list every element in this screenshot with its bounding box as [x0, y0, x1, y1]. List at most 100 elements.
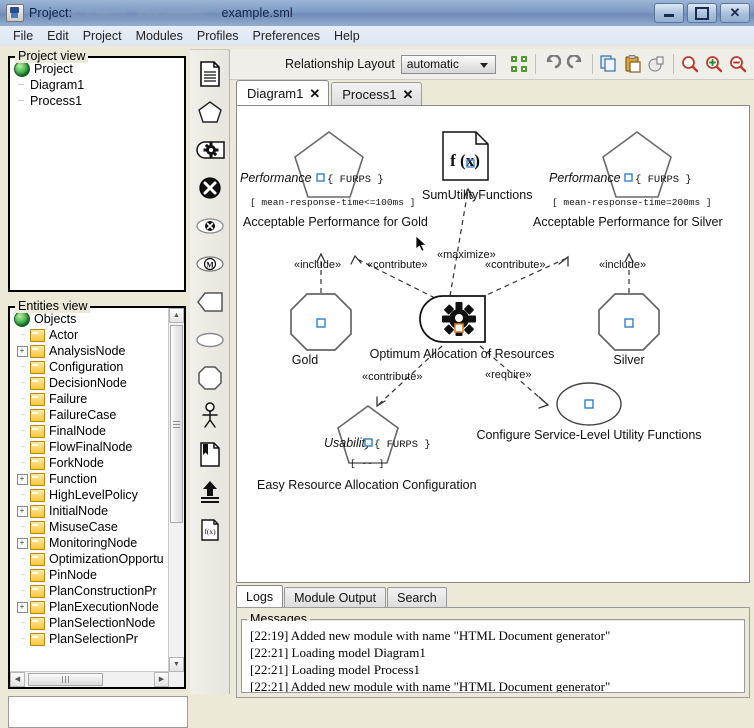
- entity-tree-item[interactable]: ┈ PlanSelectionPr: [14, 631, 168, 647]
- artifact-icon[interactable]: [193, 435, 227, 473]
- m-oval-icon[interactable]: M: [193, 245, 227, 283]
- tree-connector-icon: ┈: [20, 361, 26, 372]
- actor-icon[interactable]: [193, 397, 227, 435]
- fork-arrow-icon[interactable]: [193, 473, 227, 511]
- menu-item-edit[interactable]: Edit: [40, 27, 76, 45]
- scroll-up-button[interactable]: ▲: [169, 308, 184, 323]
- entity-tree-item[interactable]: + PlanExecutionNode: [14, 599, 168, 615]
- minimize-button[interactable]: [654, 3, 684, 23]
- copy-icon[interactable]: [597, 52, 621, 76]
- close-icon[interactable]: ✕: [402, 87, 413, 103]
- entity-tree-item-label: MisuseCase: [49, 520, 118, 534]
- tab-process1[interactable]: Process1 ✕: [331, 82, 423, 106]
- pentagon-icon[interactable]: [193, 93, 227, 131]
- tab-label: Process1: [342, 87, 397, 102]
- svg-text:f(x): f(x): [204, 527, 216, 536]
- scroll-left-button[interactable]: ◀: [10, 672, 25, 687]
- folder-icon: [30, 424, 45, 438]
- menu-item-file[interactable]: File: [6, 27, 40, 45]
- tree-item-objects[interactable]: Objects: [14, 311, 168, 327]
- entity-tree-item[interactable]: + InitialNode: [14, 503, 168, 519]
- ellipse-icon[interactable]: [193, 321, 227, 359]
- entity-tree-item[interactable]: ┈ OptimizationOpportu: [14, 551, 168, 567]
- scroll-right-button[interactable]: ▶: [154, 672, 169, 687]
- arrowhead: [538, 396, 550, 409]
- maximize-button[interactable]: [687, 3, 717, 23]
- folder-icon: [30, 584, 45, 598]
- entity-tree-item[interactable]: ┈ HighLevelPolicy: [14, 487, 168, 503]
- x-circle-oval-icon[interactable]: [193, 207, 227, 245]
- entity-tree-item[interactable]: ┈ ForkNode: [14, 455, 168, 471]
- menu-item-help[interactable]: Help: [327, 27, 367, 45]
- scroll-thumb[interactable]: [170, 325, 183, 523]
- tree-item-label: Process1: [30, 94, 83, 108]
- function-fx-icon[interactable]: f(x): [193, 511, 227, 549]
- gear-capsule-icon[interactable]: [193, 131, 227, 169]
- project-view-tree[interactable]: Project ┈ Diagram1 ┈ Process1: [10, 58, 184, 290]
- window-title-prefix: Project:: [29, 6, 73, 20]
- zoom-out-icon[interactable]: [726, 52, 750, 76]
- expand-toggle-icon[interactable]: +: [16, 505, 30, 517]
- hscroll-thumb[interactable]: [28, 673, 103, 686]
- arrowhead: [558, 255, 569, 267]
- undo-icon[interactable]: [540, 52, 564, 76]
- menu-item-project[interactable]: Project: [76, 27, 129, 45]
- close-icon[interactable]: ✕: [309, 86, 320, 102]
- tree-connector-icon: ┈: [20, 617, 26, 628]
- diagram-svg: Performance { FURPS } [ mean-response-ti…: [240, 131, 723, 492]
- tree-connector-icon: ┈: [20, 457, 26, 468]
- entity-tree-item[interactable]: + MonitoringNode: [14, 535, 168, 551]
- relationship-layout-select[interactable]: automatic: [400, 54, 496, 74]
- expand-toggle-icon[interactable]: +: [16, 345, 30, 357]
- scroll-down-button[interactable]: ▼: [169, 657, 184, 672]
- menu-item-modules[interactable]: Modules: [129, 27, 190, 45]
- tab-diagram1[interactable]: Diagram1 ✕: [236, 80, 330, 106]
- entities-vertical-scrollbar[interactable]: ▲ ▼: [168, 308, 184, 687]
- menu-item-profiles[interactable]: Profiles: [190, 27, 246, 45]
- node-caption: Acceptable Performance for Gold: [243, 215, 428, 229]
- entity-tree-item[interactable]: ┈ DecisionNode: [14, 375, 168, 391]
- pin-node-icon[interactable]: [193, 283, 227, 321]
- entity-tree-item[interactable]: ┈ PlanSelectionNode: [14, 615, 168, 631]
- tab-module-output[interactable]: Module Output: [284, 587, 387, 608]
- zoom-icon[interactable]: [678, 52, 702, 76]
- diagram-canvas[interactable]: Performance { FURPS } [ mean-response-ti…: [236, 105, 750, 583]
- tree-item-process1[interactable]: ┈ Process1: [14, 93, 184, 109]
- menu-item-preferences[interactable]: Preferences: [246, 27, 327, 45]
- tree-item-diagram1[interactable]: ┈ Diagram1: [14, 77, 184, 93]
- document-icon[interactable]: [193, 55, 227, 93]
- log-message: [22:19] Added new module with name "HTML…: [250, 628, 611, 643]
- entity-tree-item[interactable]: ┈ PlanConstructionPr: [14, 583, 168, 599]
- diagram-toolbar: Relationship Layout automatic: [230, 49, 754, 80]
- entity-tree-item[interactable]: ┈ Configuration: [14, 359, 168, 375]
- redo-icon[interactable]: [564, 52, 588, 76]
- entity-tree-item[interactable]: ┈ FinalNode: [14, 423, 168, 439]
- zoom-in-icon[interactable]: [702, 52, 726, 76]
- globe-icon: [14, 61, 30, 77]
- tab-logs[interactable]: Logs: [236, 585, 284, 608]
- entity-tree-item[interactable]: ┈ PinNode: [14, 567, 168, 583]
- tab-search[interactable]: Search: [387, 587, 447, 608]
- entity-tree-item[interactable]: ┈ Actor: [14, 327, 168, 343]
- x-circle-icon[interactable]: [193, 169, 227, 207]
- close-button[interactable]: ✕: [720, 3, 750, 23]
- paste-icon[interactable]: [621, 52, 645, 76]
- octagon-icon[interactable]: [193, 359, 227, 397]
- tree-item-project[interactable]: Project: [14, 61, 184, 77]
- entities-horizontal-scrollbar[interactable]: ◀ ▶: [10, 671, 169, 687]
- entities-view-tree[interactable]: Objects ┈ Actor + AnalysisNode ┈ Configuratio…: [10, 308, 184, 687]
- entity-tree-item[interactable]: ┈ FailureCase: [14, 407, 168, 423]
- fit-layout-icon[interactable]: [507, 52, 531, 76]
- expand-toggle-icon[interactable]: +: [16, 601, 30, 613]
- entity-tree-item[interactable]: + Function: [14, 471, 168, 487]
- entity-tree-item[interactable]: ┈ Failure: [14, 391, 168, 407]
- expand-toggle-icon[interactable]: +: [16, 473, 30, 485]
- entity-tree-item[interactable]: + AnalysisNode: [14, 343, 168, 359]
- window-title-file: example.sml: [221, 6, 293, 20]
- tree-connector-icon: ┈: [20, 553, 26, 564]
- node-stereotype: { FURPS }: [327, 174, 384, 186]
- expand-toggle-icon[interactable]: +: [16, 537, 30, 549]
- entity-tree-item[interactable]: ┈ FlowFinalNode: [14, 439, 168, 455]
- entity-tree-item[interactable]: ┈ MisuseCase: [14, 519, 168, 535]
- cut-icon[interactable]: [645, 52, 669, 76]
